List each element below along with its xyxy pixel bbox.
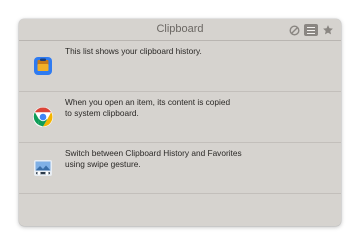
chrome-icon [32,106,54,128]
star-icon[interactable] [321,23,335,37]
clear-icon[interactable] [287,23,301,37]
list-item[interactable]: This list shows your clipboard history. [19,41,341,92]
clipboard-panel: Clipboard This list shows your clipboard… [19,19,341,226]
title-bar: Clipboard [19,19,341,41]
list-item-text: This list shows your clipboard history. [65,46,202,56]
preview-image-icon [32,157,54,179]
list-item[interactable]: When you open an item, its content is co… [19,92,341,143]
list-icon[interactable] [304,23,318,37]
list-item-text: Switch between Clipboard History and Fav… [65,148,242,169]
list-item-text: When you open an item, its content is co… [65,97,231,118]
list-item[interactable]: Switch between Clipboard History and Fav… [19,143,341,194]
clipboard-app-icon [32,55,54,77]
toolbar-icons [287,23,335,37]
